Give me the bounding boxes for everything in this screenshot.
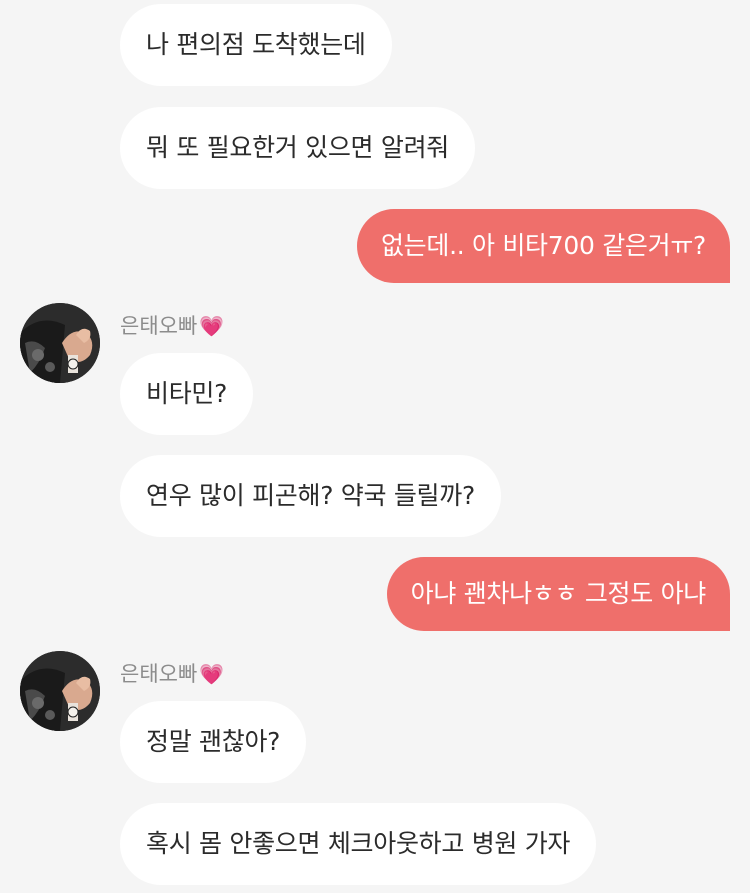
message-text: 뭐 또 필요한거 있으면 알려줘 — [146, 133, 449, 162]
incoming-message-bubble[interactable]: 뭐 또 필요한거 있으면 알려줘 — [120, 107, 475, 189]
pink-heart-icon: 💗 — [199, 314, 225, 338]
message-text: 연우 많이 피곤해? 약국 들릴까? — [146, 481, 475, 510]
incoming-message-bubble[interactable]: 연우 많이 피곤해? 약국 들릴까? — [120, 455, 501, 537]
outgoing-message-bubble[interactable]: 없는데.. 아 비타700 같은거ㅠ? — [356, 209, 730, 283]
outgoing-message-bubble[interactable]: 아냐 괜차나ㅎㅎ 그정도 아냐 — [386, 557, 730, 631]
sender-name-text: 은태오빠 — [120, 662, 198, 686]
message-text: 나 편의점 도착했는데 — [146, 30, 366, 59]
sender-name-text: 은태오빠 — [120, 314, 198, 338]
pink-heart-icon: 💗 — [199, 662, 225, 686]
incoming-message-bubble[interactable]: 정말 괜찮아? — [120, 701, 307, 783]
contact-avatar[interactable] — [20, 303, 100, 383]
message-text: 아냐 괜차나ㅎㅎ 그정도 아냐 — [410, 579, 707, 608]
message-text: 없는데.. 아 비타700 같은거ㅠ? — [380, 231, 706, 260]
incoming-message-bubble[interactable]: 나 편의점 도착했는데 — [120, 4, 392, 86]
avatar-photo-icon — [20, 303, 100, 383]
message-text: 비타민? — [146, 379, 228, 408]
avatar-photo-icon — [20, 651, 100, 731]
sender-name: 은태오빠 💗 — [120, 311, 224, 341]
message-text: 혹시 몸 안좋으면 체크아웃하고 병원 가자 — [146, 829, 571, 858]
incoming-message-bubble[interactable]: 혹시 몸 안좋으면 체크아웃하고 병원 가자 — [120, 803, 597, 885]
message-text: 정말 괜찮아? — [146, 727, 281, 756]
incoming-message-bubble[interactable]: 비타민? — [120, 353, 254, 435]
sender-name: 은태오빠 💗 — [120, 659, 224, 689]
contact-avatar[interactable] — [20, 651, 100, 731]
